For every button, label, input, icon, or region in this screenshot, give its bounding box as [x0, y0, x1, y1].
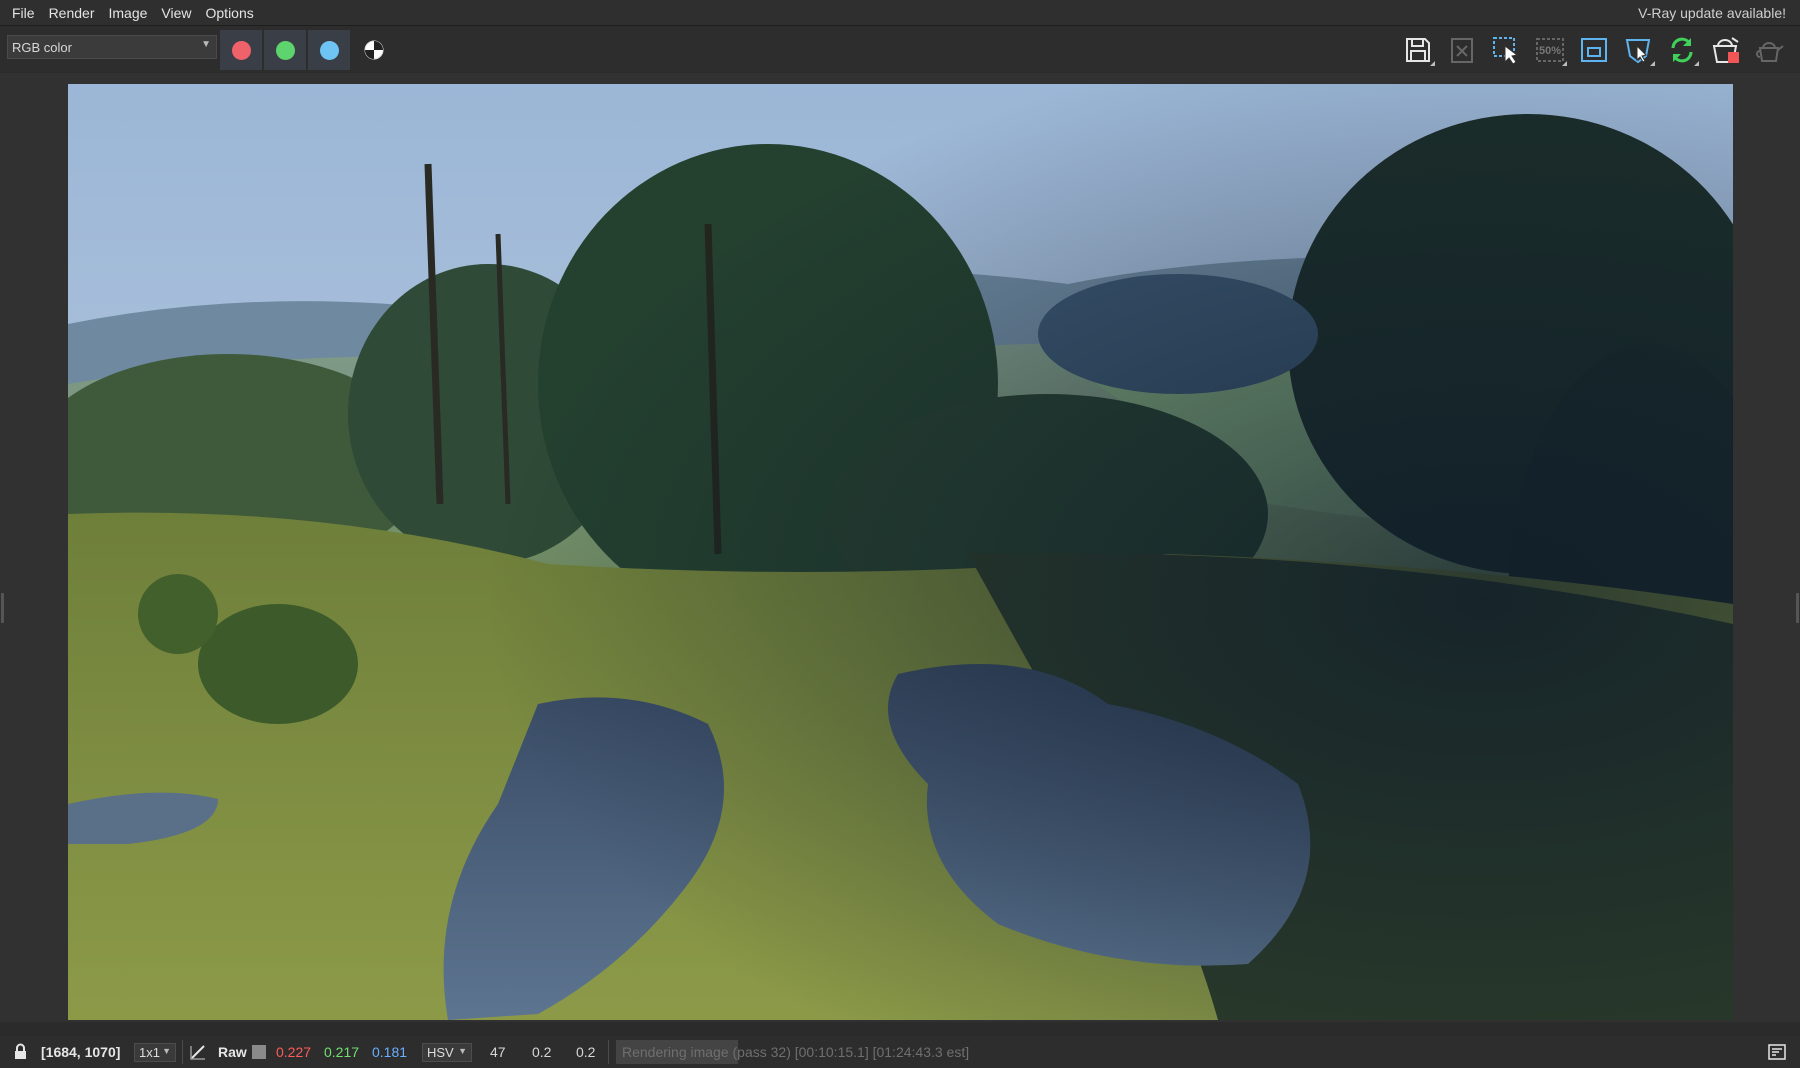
dropdown-corner-icon	[1562, 61, 1567, 66]
region-render-button[interactable]	[1486, 30, 1526, 70]
raw-mode-label[interactable]: Raw	[218, 1036, 247, 1068]
log-panel-button[interactable]	[1768, 1036, 1786, 1068]
hue-value: 47	[490, 1044, 506, 1060]
fit-window-icon	[1581, 38, 1607, 62]
menu-view[interactable]: View	[154, 5, 198, 21]
green-channel-button[interactable]	[264, 30, 306, 70]
teapot-icon	[1756, 42, 1784, 62]
menu-options[interactable]: Options	[199, 5, 261, 21]
rendered-image	[68, 84, 1733, 1020]
red-channel-button[interactable]	[220, 30, 262, 70]
toolbar: RGB color ▼ 50%	[0, 26, 1800, 72]
render-last-button[interactable]	[1750, 30, 1790, 70]
sample-size-select[interactable]: 1x1 ▼	[134, 1042, 176, 1062]
brightness-value: 0.2	[576, 1044, 596, 1060]
render-status-text: Rendering image (pass 32) [00:10:15.1] […	[622, 1044, 970, 1060]
dropdown-corner-icon	[1694, 61, 1699, 66]
chevron-down-icon: ▼	[162, 1045, 171, 1056]
clear-image-icon	[1451, 38, 1473, 63]
blue-value: 0.181	[372, 1044, 408, 1060]
dropdown-corner-icon	[1430, 61, 1435, 66]
log-icon	[1768, 1044, 1786, 1060]
track-mouse-button[interactable]	[1618, 30, 1658, 70]
save-image-button[interactable]	[1398, 30, 1438, 70]
landscape-render-graphic	[68, 84, 1733, 1020]
red-value: 0.227	[276, 1044, 312, 1060]
color-space-select[interactable]: HSV ▼	[422, 1042, 472, 1062]
channel-select-value: RGB color	[12, 39, 72, 55]
refresh-render-button[interactable]	[1662, 30, 1702, 70]
sample-size-value: 1x1	[139, 1044, 160, 1060]
chevron-down-icon: ▼	[458, 1045, 467, 1056]
color-picker-button[interactable]	[188, 1036, 210, 1068]
blue-channel-button[interactable]	[308, 30, 350, 70]
dropdown-corner-icon	[1650, 61, 1655, 66]
clear-image-button[interactable]	[1442, 30, 1482, 70]
channel-select[interactable]: RGB color ▼	[7, 35, 217, 59]
divider	[182, 1040, 183, 1064]
region-render-icon	[1493, 37, 1519, 65]
right-panel-handle[interactable]	[1796, 593, 1799, 623]
stop-render-icon	[1712, 37, 1739, 63]
monochrome-icon	[364, 40, 384, 60]
fit-window-button[interactable]	[1574, 30, 1614, 70]
menu-image[interactable]: Image	[101, 5, 154, 21]
pixel-coordinates: [1684, 1070]	[41, 1044, 121, 1060]
pixel-lock-button[interactable]	[12, 1036, 30, 1068]
zoom-50-label: 50%	[1539, 45, 1561, 57]
chevron-down-icon: ▼	[201, 39, 211, 50]
green-dot-icon	[275, 40, 295, 60]
monochrome-button[interactable]	[353, 30, 395, 70]
update-notice-link[interactable]: V-Ray update available!	[1638, 5, 1786, 21]
left-panel-handle[interactable]	[1, 593, 4, 623]
stop-render-button[interactable]	[1706, 30, 1746, 70]
color-swatch	[252, 1045, 266, 1059]
eyedropper-icon	[190, 1045, 205, 1060]
color-space-value: HSV	[427, 1044, 454, 1060]
zoom-50-button[interactable]: 50%	[1530, 30, 1570, 70]
menu-bar: File Render Image View Options V-Ray upd…	[0, 0, 1800, 26]
green-value: 0.217	[324, 1044, 360, 1060]
blue-dot-icon	[319, 40, 339, 60]
menu-render[interactable]: Render	[42, 5, 102, 21]
red-dot-icon	[231, 40, 251, 60]
status-bar: [1684, 1070] 1x1 ▼ Raw 0.227 0.217 0.181…	[0, 1036, 1800, 1068]
divider	[608, 1040, 609, 1064]
render-progress: Rendering image (pass 32) [00:10:15.1] […	[616, 1040, 1336, 1064]
saturation-value: 0.2	[532, 1044, 552, 1060]
menu-file[interactable]: File	[0, 5, 42, 21]
lock-pixel-icon	[15, 1043, 26, 1059]
